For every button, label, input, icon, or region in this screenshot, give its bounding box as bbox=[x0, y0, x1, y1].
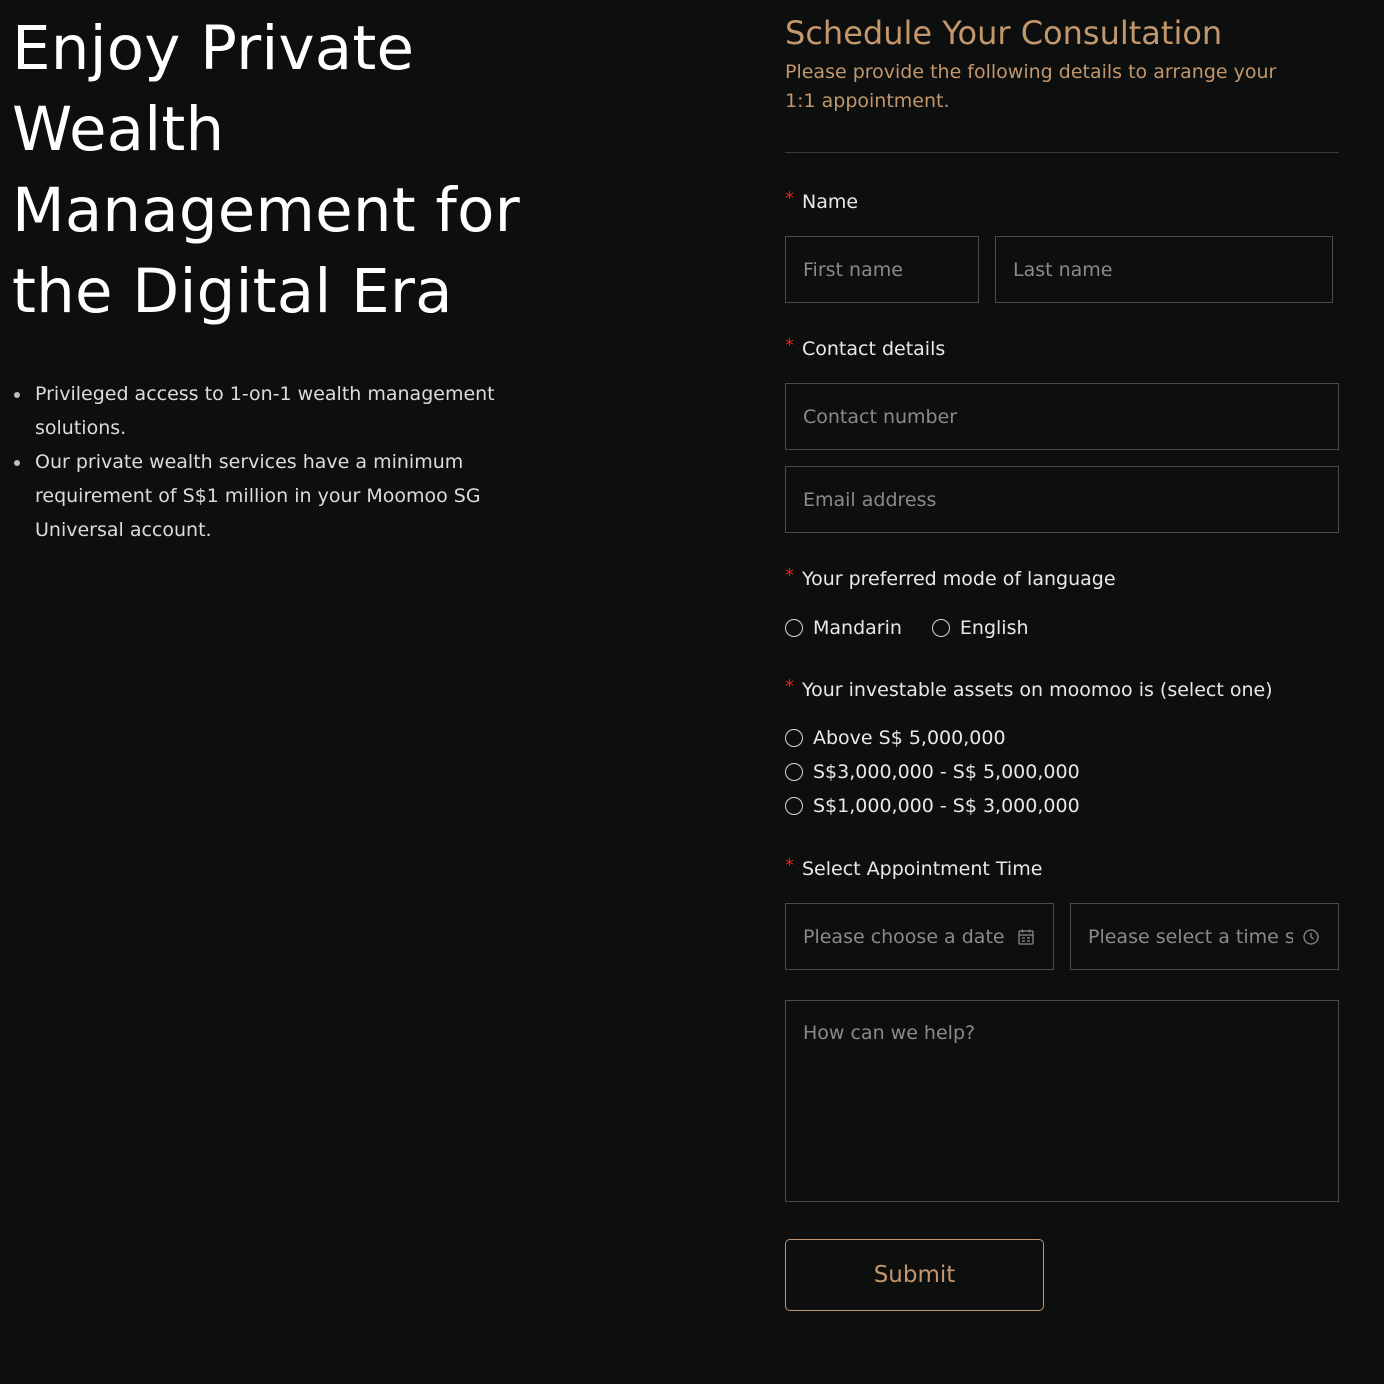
contact-number-input[interactable]: Contact number bbox=[785, 383, 1339, 450]
appointment-row: Please choose a date Please select a tim… bbox=[785, 903, 1339, 970]
clock-icon bbox=[1301, 927, 1321, 947]
date-picker[interactable]: Please choose a date bbox=[785, 903, 1054, 970]
radio-label: S$3,000,000 - S$ 5,000,000 bbox=[813, 761, 1080, 783]
radio-button[interactable] bbox=[785, 797, 803, 815]
form-title: Schedule Your Consultation bbox=[785, 14, 1223, 52]
name-row: First name Last name bbox=[785, 236, 1339, 303]
form-subtitle: Please provide the following details to … bbox=[785, 61, 1277, 112]
last-name-input[interactable]: Last name bbox=[995, 236, 1333, 303]
language-label-text: Your preferred mode of language bbox=[802, 568, 1116, 590]
email-input[interactable]: Email address bbox=[785, 466, 1339, 533]
radio-label: English bbox=[959, 617, 1029, 639]
message-placeholder: How can we help? bbox=[803, 1022, 976, 1044]
name-label-text: Name bbox=[802, 191, 859, 213]
appointment-label-text: Select Appointment Time bbox=[802, 858, 1043, 880]
assets-option-3m-5m[interactable]: S$3,000,000 - S$ 5,000,000 bbox=[785, 759, 1339, 785]
assets-option-1m-3m[interactable]: S$1,000,000 - S$ 3,000,000 bbox=[785, 793, 1339, 819]
contact-label: * Contact details bbox=[785, 335, 1339, 362]
submit-row: Submit bbox=[785, 1239, 1339, 1311]
required-mark: * bbox=[785, 188, 794, 209]
radio-button[interactable] bbox=[785, 729, 803, 747]
hero-section: Enjoy Private Wealth Management for the … bbox=[12, 8, 572, 547]
required-mark: * bbox=[785, 676, 794, 697]
benefits-list: Privileged access to 1-on-1 wealth manag… bbox=[12, 377, 572, 547]
first-name-input[interactable]: First name bbox=[785, 236, 979, 303]
name-label: * Name bbox=[785, 188, 1339, 215]
date-placeholder: Please choose a date bbox=[803, 925, 1005, 948]
assets-options: Above S$ 5,000,000 S$3,000,000 - S$ 5,00… bbox=[785, 725, 1339, 819]
radio-button[interactable] bbox=[785, 763, 803, 781]
first-name-placeholder: First name bbox=[803, 258, 903, 281]
assets-option-above-5m[interactable]: Above S$ 5,000,000 bbox=[785, 725, 1339, 751]
email-placeholder: Email address bbox=[803, 488, 937, 511]
radio-label: Mandarin bbox=[813, 617, 902, 639]
required-mark: * bbox=[785, 565, 794, 586]
radio-label: S$1,000,000 - S$ 3,000,000 bbox=[813, 795, 1080, 817]
language-option-mandarin[interactable]: Mandarin bbox=[785, 615, 902, 641]
radio-button[interactable] bbox=[785, 619, 803, 637]
hero-title-line: Enjoy Private bbox=[12, 13, 415, 84]
consultation-form: Schedule Your Consultation Please provid… bbox=[785, 12, 1339, 1311]
language-label: * Your preferred mode of language bbox=[785, 565, 1339, 592]
required-mark: * bbox=[785, 855, 794, 876]
last-name-placeholder: Last name bbox=[1013, 258, 1113, 281]
time-placeholder: Please select a time s bbox=[1088, 925, 1293, 948]
required-mark: * bbox=[785, 335, 794, 356]
contact-label-text: Contact details bbox=[802, 338, 946, 360]
hero-title-line: Management for bbox=[12, 175, 520, 246]
calendar-icon bbox=[1016, 927, 1036, 947]
radio-button[interactable] bbox=[931, 619, 950, 637]
benefit-item: Privileged access to 1-on-1 wealth manag… bbox=[12, 377, 572, 445]
contact-number-placeholder: Contact number bbox=[803, 405, 958, 428]
radio-label: Above S$ 5,000,000 bbox=[813, 727, 1006, 749]
time-picker[interactable]: Please select a time s bbox=[1070, 903, 1339, 970]
message-textarea[interactable]: How can we help? bbox=[785, 1000, 1339, 1202]
submit-button[interactable]: Submit bbox=[785, 1239, 1044, 1311]
benefit-item: Our private wealth services have a minim… bbox=[12, 445, 572, 547]
language-option-english[interactable]: English bbox=[931, 615, 1029, 641]
assets-label-text: Your investable assets on moomoo is (sel… bbox=[802, 679, 1273, 701]
appointment-label: * Select Appointment Time bbox=[785, 855, 1339, 882]
hero-title: Enjoy Private Wealth Management for the … bbox=[12, 8, 572, 332]
hero-title-line: the Digital Era bbox=[12, 256, 453, 327]
divider bbox=[785, 152, 1339, 153]
hero-title-line: Wealth bbox=[12, 94, 225, 165]
assets-label: * Your investable assets on moomoo is (s… bbox=[785, 676, 1339, 703]
language-options: Mandarin English bbox=[785, 615, 1339, 641]
